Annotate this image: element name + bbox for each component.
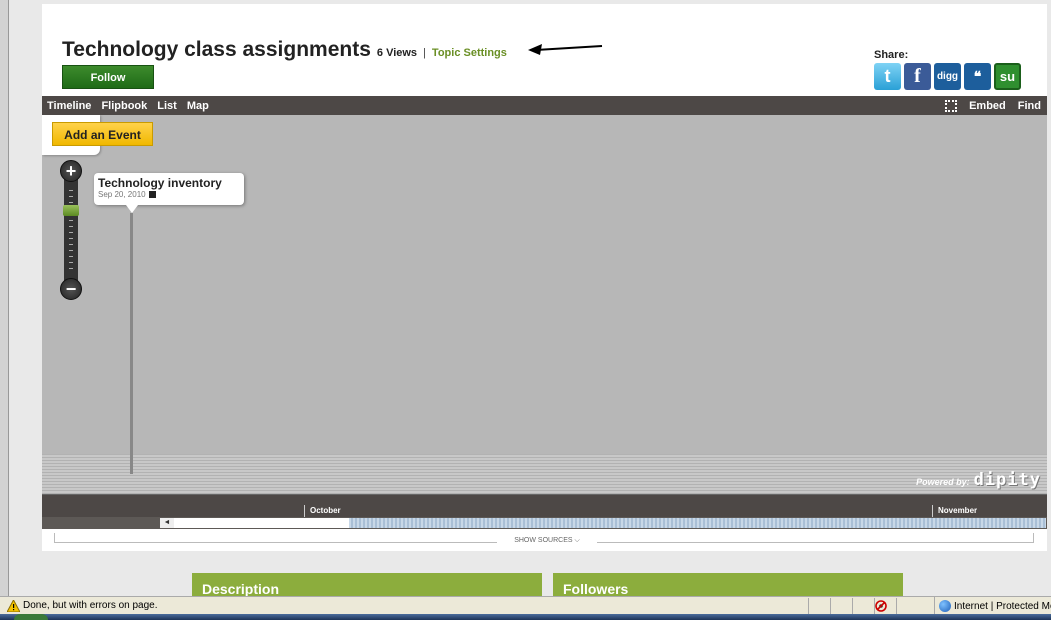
timeline-canvas[interactable]: Add an Event + − Technology inventory Se… [42, 115, 1047, 494]
page-title: Technology class assignments [62, 38, 371, 61]
view-navbar: Timeline Flipbook List Map Embed Find [42, 96, 1047, 115]
embed-link[interactable]: Embed [969, 100, 1006, 112]
find-link[interactable]: Find [1018, 100, 1041, 112]
separator: | [423, 47, 426, 59]
event-title: Technology inventory [98, 176, 222, 190]
zone-label: Internet | Protected Mode: On [954, 600, 1051, 612]
arrow-annotation-icon [528, 44, 603, 55]
myspace-glyph: ❝ [973, 68, 982, 84]
event-date-row: Sep 20, 2010 [98, 190, 240, 199]
status-cell [852, 598, 874, 614]
zoom-control: + − [60, 160, 82, 300]
follow-button[interactable]: Follow [62, 65, 154, 89]
show-sources-button[interactable]: SHOW SOURCES ⌵ [497, 537, 597, 545]
share-label: Share: [874, 49, 909, 61]
os-taskbar [0, 614, 1051, 620]
facebook-icon[interactable]: f [904, 63, 931, 90]
event-pointer [126, 205, 138, 213]
followers-panel-header: Followers [553, 573, 903, 596]
event-date: Sep 20, 2010 [98, 190, 146, 199]
status-cells [808, 598, 918, 614]
status-cell [808, 598, 830, 614]
warning-icon[interactable] [7, 599, 20, 612]
topic-settings-link[interactable]: Topic Settings [432, 47, 507, 59]
month-scale: October November [42, 494, 1047, 518]
scroll-track[interactable] [174, 518, 1046, 528]
twitter-icon[interactable]: t [874, 63, 901, 90]
status-cell [896, 598, 918, 614]
dipity-logo[interactable]: dipity [974, 470, 1041, 490]
navbar-actions: Embed Find [945, 99, 1047, 112]
share-icons: t f digg ❝ su [874, 63, 1021, 90]
timeline-scrollbar: ◄ [42, 517, 1047, 529]
digg-icon[interactable]: digg [934, 63, 961, 90]
event-card[interactable]: Technology inventory Sep 20, 2010 [94, 173, 244, 205]
scroll-thumb[interactable] [349, 518, 1046, 528]
scroll-left-button[interactable]: ◄ [160, 518, 174, 528]
sources-strip: SHOW SOURCES ⌵ [42, 529, 1047, 551]
topic-header: Technology class assignments 6 Views | T… [42, 4, 1047, 96]
tab-timeline[interactable]: Timeline [42, 100, 96, 112]
twitter-glyph: t [884, 66, 891, 86]
stumbleupon-icon[interactable]: su [994, 63, 1021, 90]
globe-icon [939, 600, 951, 612]
digg-glyph: digg [936, 71, 959, 82]
powered-by: Powered by: dipity [916, 470, 1041, 490]
description-panel-header: Description [192, 573, 542, 596]
browser-status-bar: Done, but with errors on page. Internet … [0, 596, 1051, 615]
zoom-in-button[interactable]: + [60, 160, 82, 182]
stumble-glyph: su [999, 69, 1016, 84]
view-count: 6 Views [376, 47, 418, 59]
security-zone[interactable]: Internet | Protected Mode: On [934, 597, 1051, 615]
title-row: Technology class assignments 6 Views | T… [62, 38, 507, 62]
fullscreen-icon[interactable] [945, 99, 958, 112]
privacy-report-icon[interactable] [874, 599, 888, 613]
start-button-icon[interactable] [14, 614, 48, 620]
tab-map[interactable]: Map [182, 100, 214, 112]
tab-flipbook[interactable]: Flipbook [96, 100, 152, 112]
timeline-floor [42, 454, 1047, 494]
status-cell [830, 598, 852, 614]
facebook-glyph: f [914, 65, 921, 87]
event-stem [130, 213, 133, 474]
zoom-out-button[interactable]: − [60, 278, 82, 300]
myspace-icon[interactable]: ❝ [964, 63, 991, 90]
status-message: Done, but with errors on page. [23, 600, 158, 611]
zoom-ticks [69, 190, 73, 270]
tab-list[interactable]: List [152, 100, 182, 112]
zoom-slider-handle[interactable] [63, 205, 79, 216]
powered-label: Powered by: [916, 477, 970, 487]
photo-icon [148, 191, 156, 198]
add-event-button[interactable]: Add an Event [52, 122, 153, 146]
